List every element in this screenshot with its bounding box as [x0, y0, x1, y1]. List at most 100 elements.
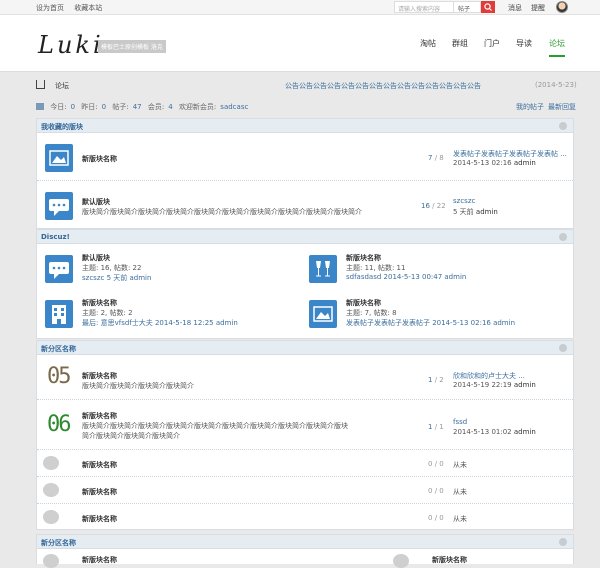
forum-name[interactable]: 新版块名称 [82, 298, 117, 308]
last-post-title[interactable]: 发表帖子发表帖子发表帖子发表帖 ... [453, 149, 567, 159]
new-category-section-2: 新分区名称 新版块名称 新版块名称 [36, 534, 574, 568]
search-input[interactable]: 请输入搜索内容 [394, 1, 454, 13]
forum-name[interactable]: 新版块名称 [82, 555, 117, 565]
last-post-never: 从未 [453, 515, 467, 523]
image-icon [45, 144, 73, 172]
chat-bubble-icon [43, 456, 59, 470]
forum-description: 版块简介版块简介版块简介版块简介版块简介版块简介版块简介版块简介版块简介版块简介… [82, 422, 348, 440]
forum-name[interactable]: 默认版块 [82, 197, 110, 207]
forum-grid-row: 新版块名称 主题: 2, 帖数: 2 最后: 意思vfsdf士大夫 2014-5… [37, 292, 573, 338]
forum-name[interactable]: 新版块名称 [82, 487, 117, 497]
last-post-never: 从未 [453, 488, 467, 496]
search-icon [484, 3, 492, 11]
section-header: Discuz! [37, 230, 573, 244]
last-post-title[interactable]: 欣和欣和的卢士大夫 ... [453, 371, 525, 381]
my-posts-link[interactable]: 我的帖子 [516, 102, 544, 112]
chat-bubble-icon [43, 554, 59, 568]
image-icon[interactable] [309, 300, 337, 328]
chat-bubble-icon [45, 192, 73, 220]
section-header: 我收藏的版块 [37, 119, 573, 133]
collapse-icon[interactable] [559, 233, 567, 241]
forum-stats-text: 主题: 7, 帖数: 8 [346, 309, 397, 317]
forum-name[interactable]: 新版块名称 [82, 411, 117, 421]
last-post-meta: 2014-5-19 22:19 admin [453, 381, 536, 389]
forum-counts: 7 / 8 [428, 154, 444, 162]
cheers-icon[interactable] [309, 255, 337, 283]
notice-date: (2014-5-23) [535, 81, 577, 89]
forum-name[interactable]: 新版块名称 [82, 460, 117, 470]
avatar[interactable] [556, 1, 568, 13]
last-post-title[interactable]: fssd [453, 418, 467, 426]
chat-bubble-icon [393, 554, 409, 568]
forum-name[interactable]: 默认版块 [82, 253, 110, 263]
last-post-meta: 2014-5-13 02:16 admin [453, 159, 536, 167]
chat-bubble-icon[interactable] [45, 255, 73, 283]
home-icon[interactable] [36, 80, 45, 89]
forum-grid-row: 默认版块 主题: 16, 帖数: 22 szcszc 5 天前 admin 新版… [37, 244, 573, 292]
forum-name[interactable]: 新版块名称 [432, 555, 467, 565]
last-post-link[interactable]: 发表帖子发表帖子发表帖子 2014-5-13 02:16 admin [346, 318, 515, 328]
site-logo[interactable]: Luki [38, 31, 104, 59]
messages-link[interactable]: 消息 [508, 3, 522, 13]
forum-row[interactable]: 05 新版块名称 版块简介版块简介版块简介版块简介 1 / 2 欣和欣和的卢士大… [37, 355, 573, 400]
favorite-forums-section: 我收藏的版块 新版块名称 7 / 8 发表帖子发表帖子发表帖子发表帖 ... 2… [36, 118, 574, 229]
nav-item-taotie[interactable]: 淘帖 [420, 38, 436, 49]
forum-row[interactable]: 新版块名称 7 / 8 发表帖子发表帖子发表帖子发表帖 ... 2014-5-1… [37, 133, 573, 181]
forum-counts: 0 / 0 [428, 487, 444, 495]
site-header: Luki 模板巴士原创模板 洛克 淘帖 群组 门户 导读 论坛 [0, 15, 600, 72]
forum-row[interactable]: 06 新版块名称 版块简介版块简介版块简介版块简介版块简介版块简介版块简介版块简… [37, 400, 573, 450]
set-home-link[interactable]: 设为首页 [36, 4, 64, 12]
forum-name[interactable]: 新版块名称 [82, 514, 117, 524]
forum-number-icon: 06 [47, 412, 71, 437]
latest-replies-link[interactable]: 最新回复 [548, 102, 576, 112]
forum-row[interactable]: 默认版块 版块简介版块简介版块简介版块简介版块简介版块简介版块简介版块简介版块简… [37, 181, 573, 229]
forum-counts: 0 / 0 [428, 514, 444, 522]
notice-marquee[interactable]: 公告公告公告公告公告公告公告公告公告公告公告公告公告公告 [285, 81, 529, 91]
forum-row[interactable]: 新版块名称 0 / 0 从未 [37, 504, 573, 530]
section-header: 新分区名称 [37, 341, 573, 355]
breadcrumb: 论坛 公告公告公告公告公告公告公告公告公告公告公告公告公告公告 (2014-5-… [0, 80, 600, 94]
forum-stats: 今日: 0 昨日: 0 帖子: 47 会员: 4 欢迎新会员: sadcasc [36, 102, 574, 112]
collapse-icon[interactable] [559, 122, 567, 130]
last-post-meta: 2014-5-13 01:02 admin [453, 428, 536, 436]
last-post-title[interactable]: szcszc [453, 197, 475, 205]
forum-description: 版块简介版块简介版块简介版块简介版块简介版块简介版块简介版块简介版块简介版块简介 [82, 208, 362, 216]
building-icon[interactable] [45, 300, 73, 328]
chart-icon [36, 103, 44, 110]
section-header: 新分区名称 [37, 535, 573, 549]
new-member-link[interactable]: sadcasc [220, 103, 248, 111]
breadcrumb-current[interactable]: 论坛 [55, 81, 69, 91]
nav-item-forum[interactable]: 论坛 [549, 38, 565, 57]
nav-item-guide[interactable]: 导读 [516, 38, 532, 49]
forum-row[interactable]: 新版块名称 0 / 0 从未 [37, 450, 573, 477]
collapse-icon[interactable] [559, 344, 567, 352]
forum-description: 版块简介版块简介版块简介版块简介 [82, 382, 194, 390]
last-post-meta: 5 天前 admin [453, 208, 498, 216]
forum-row[interactable]: 新版块名称 0 / 0 从未 [37, 477, 573, 504]
forum-stats-text: 主题: 2, 帖数: 2 [82, 309, 133, 317]
discuz-section: Discuz! 默认版块 主题: 16, 帖数: 22 szcszc 5 天前 … [36, 229, 574, 339]
forum-name[interactable]: 新版块名称 [82, 371, 117, 381]
top-bar: 设为首页 收藏本站 请输入搜索内容 帖子 消息 提醒 [0, 0, 600, 15]
last-post-link[interactable]: 最后: 意思vfsdf士大夫 2014-5-18 12:25 admin [82, 318, 238, 328]
last-post-link[interactable]: sdfasdasd 2014-5-13 00:47 admin [346, 273, 466, 281]
forum-name[interactable]: 新版块名称 [346, 253, 381, 263]
last-post-link[interactable]: szcszc 5 天前 admin [82, 273, 151, 283]
logo-tagline: 模板巴士原创模板 洛克 [98, 40, 166, 53]
forum-name[interactable]: 新版块名称 [82, 154, 117, 164]
forum-counts: 1 / 1 [428, 423, 444, 431]
reminders-link[interactable]: 提醒 [531, 3, 545, 13]
search-type-select[interactable]: 帖子 [454, 1, 481, 13]
search-button[interactable] [481, 1, 495, 13]
forum-name[interactable]: 新版块名称 [346, 298, 381, 308]
new-category-section: 新分区名称 05 新版块名称 版块简介版块简介版块简介版块简介 1 / 2 欣和… [36, 340, 574, 530]
top-links: 设为首页 收藏本站 [36, 3, 110, 13]
nav-item-groups[interactable]: 群组 [452, 38, 468, 49]
nav-item-portal[interactable]: 门户 [484, 38, 500, 49]
forum-stats-text: 主题: 16, 帖数: 22 [82, 264, 142, 272]
forum-counts: 0 / 0 [428, 460, 444, 468]
chat-bubble-icon [43, 510, 59, 524]
bookmark-link[interactable]: 收藏本站 [74, 4, 102, 12]
collapse-icon[interactable] [559, 538, 567, 546]
forum-counts: 1 / 2 [428, 376, 444, 384]
